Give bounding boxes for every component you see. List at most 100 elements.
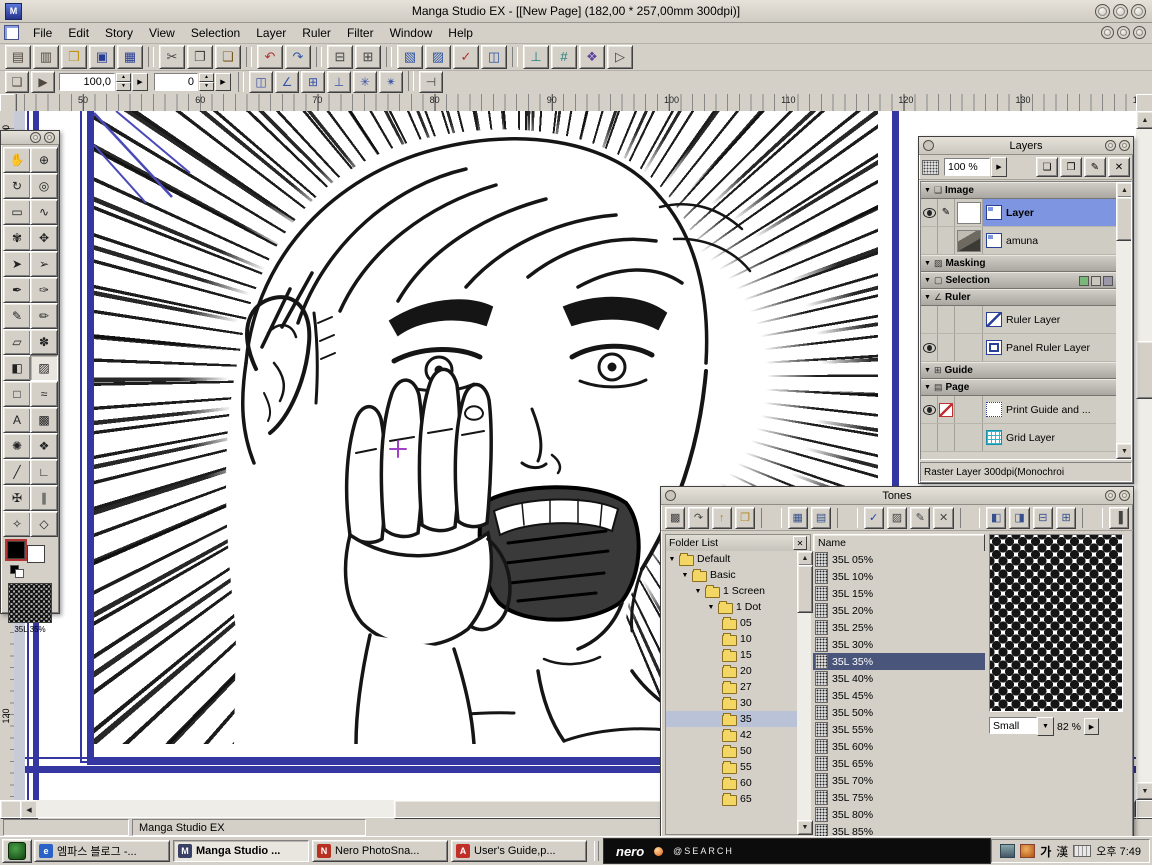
visibility-toggle[interactable] bbox=[921, 424, 938, 451]
palette-close-button[interactable] bbox=[1119, 490, 1130, 501]
folder-tree-item[interactable]: ▼ 1 Dot bbox=[666, 599, 797, 615]
layer-row[interactable]: ▼ Layer ✎ bbox=[921, 199, 1116, 227]
mdi-minimize-button[interactable] bbox=[1101, 26, 1114, 39]
layer-opacity-value[interactable]: 100 % bbox=[944, 158, 990, 176]
toolbar-toggle-button[interactable]: ◫ bbox=[249, 71, 273, 93]
menu-item[interactable]: Help bbox=[440, 24, 481, 42]
scroll-down-icon[interactable]: ▼ bbox=[1116, 443, 1132, 459]
layers-title-bar[interactable]: Layers bbox=[919, 137, 1133, 155]
tones-toolbar-button[interactable]: ◨ bbox=[1009, 507, 1029, 529]
layers-toolbar-button[interactable]: ❒ bbox=[1060, 157, 1082, 177]
tool-button[interactable]: ◧ bbox=[3, 355, 31, 381]
tone-item[interactable]: 35L 50% bbox=[813, 704, 985, 721]
tool-button[interactable]: ✽ bbox=[30, 329, 58, 355]
tool-button[interactable]: ≈ bbox=[30, 381, 58, 407]
layer-row[interactable]: ▼ ∠ Ruler ✎ bbox=[921, 289, 1116, 306]
toolbar-toggle-button[interactable] bbox=[408, 71, 414, 91]
tones-toolbar-button[interactable]: ↑ bbox=[712, 507, 732, 529]
toolbar-button[interactable]: ⊟ bbox=[327, 45, 353, 69]
folder-tree-item[interactable]: ▼ Default bbox=[666, 551, 797, 567]
tones-toolbar-button[interactable]: ✓ bbox=[864, 507, 884, 529]
expand-icon[interactable]: ▼ bbox=[681, 572, 689, 579]
toolbar-button[interactable]: ❐ bbox=[187, 45, 213, 69]
expand-icon[interactable]: ▼ bbox=[668, 556, 676, 563]
tool-button[interactable]: ▱ bbox=[3, 329, 31, 355]
tool-button[interactable]: ➤ bbox=[3, 251, 31, 277]
menu-item[interactable]: Filter bbox=[339, 24, 382, 42]
tone-list-name-header[interactable]: Name bbox=[813, 534, 985, 552]
tone-item[interactable]: 35L 35% bbox=[813, 653, 985, 670]
tone-item[interactable]: 35L 10% bbox=[813, 568, 985, 585]
collapse-triangle-icon[interactable]: ▼ bbox=[924, 384, 931, 391]
tool-button[interactable]: ✎ bbox=[3, 303, 31, 329]
tone-item[interactable]: 35L 15% bbox=[813, 585, 985, 602]
start-button[interactable] bbox=[2, 839, 32, 863]
toolbar-toggle-button[interactable]: ⊣ bbox=[419, 71, 443, 93]
minimize-button[interactable] bbox=[1095, 4, 1110, 19]
tone-folder-item[interactable]: 15 bbox=[666, 647, 797, 663]
tone-folder-item[interactable]: 55 bbox=[666, 759, 797, 775]
toolbar-button[interactable]: ❒ bbox=[61, 45, 87, 69]
tool-button[interactable]: A bbox=[3, 407, 31, 433]
menu-item[interactable]: File bbox=[25, 24, 60, 42]
tool-button[interactable]: ✺ bbox=[3, 433, 31, 459]
layer-row[interactable]: ▼ ▨ Masking ✎ bbox=[921, 255, 1116, 272]
toolbar-toggle-button[interactable]: ⊥ bbox=[327, 71, 351, 93]
tool-button[interactable]: ∿ bbox=[30, 199, 58, 225]
folder-tree-item[interactable]: ▼ Basic bbox=[666, 567, 797, 583]
scroll-up-icon[interactable]: ▲ bbox=[1116, 182, 1132, 198]
tones-toolbar-button[interactable]: ◧ bbox=[986, 507, 1006, 529]
folder-scroll-thumb[interactable] bbox=[797, 565, 813, 613]
toolbar-button[interactable]: ▶ bbox=[31, 71, 55, 93]
tool-button[interactable]: ▩ bbox=[30, 407, 58, 433]
tone-folder-item[interactable]: 27 bbox=[666, 679, 797, 695]
palette-pin-icon[interactable] bbox=[665, 490, 676, 501]
layer-blend-icon[interactable] bbox=[922, 160, 939, 175]
tones-title-bar[interactable]: Tones bbox=[661, 487, 1133, 505]
toolbar-button[interactable]: ▷ bbox=[607, 45, 633, 69]
toolbar-button[interactable] bbox=[386, 47, 392, 67]
tones-toolbar-button[interactable]: ❒ bbox=[735, 507, 755, 529]
tool-button[interactable]: ❖ bbox=[30, 433, 58, 459]
toolbar-button[interactable]: ▥ bbox=[33, 45, 59, 69]
tone-item[interactable]: 35L 45% bbox=[813, 687, 985, 704]
zoom-value[interactable]: 100,0 bbox=[59, 73, 115, 91]
taskbar-task-button[interactable]: e 엠파스 블로그 -... bbox=[34, 840, 170, 862]
tone-folder-item[interactable]: 65 bbox=[666, 791, 797, 807]
rotate-dropdown-icon[interactable]: ▶ bbox=[215, 73, 231, 91]
toolbox-title-bar[interactable] bbox=[1, 131, 59, 145]
tones-toolbar-button[interactable]: ▤ bbox=[811, 507, 831, 529]
vertical-scrollbar[interactable]: ▲ ▼ bbox=[1136, 111, 1152, 800]
visibility-toggle[interactable] bbox=[921, 396, 938, 423]
visibility-toggle[interactable] bbox=[921, 227, 938, 254]
taskbar-task-button[interactable]: M Manga Studio ... bbox=[173, 840, 309, 862]
toolbar-button[interactable]: # bbox=[551, 45, 577, 69]
tones-toolbar-button[interactable]: ▩ bbox=[665, 507, 685, 529]
layers-scroll-thumb[interactable] bbox=[1116, 197, 1132, 241]
collapse-triangle-icon[interactable]: ▼ bbox=[924, 367, 931, 374]
toolbar-toggle-button[interactable]: ✴ bbox=[379, 71, 403, 93]
opacity-dropdown-icon[interactable]: ▶ bbox=[991, 157, 1007, 177]
tool-button[interactable]: ✏ bbox=[30, 303, 58, 329]
swap-colors-icon[interactable] bbox=[15, 569, 24, 578]
tones-toolbar-button[interactable] bbox=[1082, 508, 1102, 528]
tool-button[interactable]: ✥ bbox=[30, 225, 58, 251]
tool-button[interactable]: ↻ bbox=[3, 173, 31, 199]
toolbar-button[interactable]: ▦ bbox=[117, 45, 143, 69]
layers-toolbar-button[interactable]: ❏ bbox=[1036, 157, 1058, 177]
toolbar-button[interactable]: ⊞ bbox=[355, 45, 381, 69]
layer-row[interactable]: ▼ Ruler Layer ✎ bbox=[921, 306, 1116, 334]
tool-button[interactable]: □ bbox=[3, 381, 31, 407]
palette-collapse-button[interactable] bbox=[1105, 140, 1116, 151]
tool-button[interactable]: ✠ bbox=[3, 485, 31, 511]
tone-folder-item[interactable]: 50 bbox=[666, 743, 797, 759]
collapse-triangle-icon[interactable]: ▼ bbox=[924, 187, 931, 194]
tones-toolbar-button[interactable]: ▐ bbox=[1109, 507, 1129, 529]
palette-collapse-button[interactable] bbox=[1105, 490, 1116, 501]
toolbar-button[interactable]: ▧ bbox=[397, 45, 423, 69]
collapse-triangle-icon[interactable]: ▼ bbox=[924, 294, 931, 301]
tool-button[interactable]: ∥ bbox=[30, 485, 58, 511]
tone-item[interactable]: 35L 85% bbox=[813, 823, 985, 837]
visibility-toggle[interactable] bbox=[921, 334, 938, 361]
tone-folder-item[interactable]: 10 bbox=[666, 631, 797, 647]
